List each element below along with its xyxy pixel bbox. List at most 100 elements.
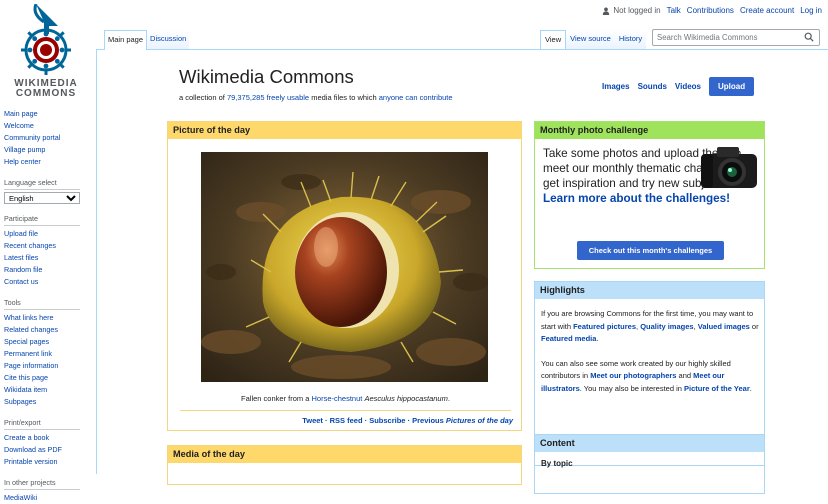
sidebar-header-participate: Participate [4, 214, 80, 226]
tab-history[interactable]: History [614, 30, 647, 50]
logo-wordmark-bottom: COMMONS [15, 88, 77, 99]
sidebar-header-projects: In other projects [4, 478, 80, 490]
highlights-header: Highlights [535, 282, 764, 299]
potd-links[interactable]: Tweet · RSS feed · Subscribe · Previous … [302, 416, 513, 425]
personal-tools: Not logged in Talk Contributions Create … [602, 6, 822, 15]
hl-text: and [676, 371, 694, 380]
sidebar-item-special-pages[interactable]: Special pages [4, 336, 90, 348]
meet-photographers-link[interactable]: Meet our photographers [590, 371, 676, 380]
sidebar-item-mediawiki[interactable]: MediaWiki [4, 492, 90, 504]
login-link[interactable]: Log in [800, 6, 822, 15]
upload-button[interactable]: Upload [709, 77, 755, 96]
wikimedia-commons-logo[interactable]: WIKIMEDIA COMMONS [6, 3, 86, 100]
check-challenges-button[interactable]: Check out this month's challenges [577, 241, 724, 260]
view-tabs: View View source History [540, 30, 647, 50]
sidebar-print: Create a book Download as PDF Printable … [4, 432, 90, 468]
language-select[interactable]: English [4, 192, 80, 204]
namespace-tabs: Main page Discussion [104, 30, 190, 50]
sidebar-item-random-file[interactable]: Random file [4, 264, 90, 276]
camera-icon [701, 147, 757, 188]
sidebar-item-download-pdf[interactable]: Download as PDF [4, 444, 90, 456]
sidebar-item-permanent-link[interactable]: Permanent link [4, 348, 90, 360]
sidebar-item-cite-this-page[interactable]: Cite this page [4, 372, 90, 384]
sidebar-item-create-book[interactable]: Create a book [4, 432, 90, 444]
search-icon[interactable] [804, 32, 814, 42]
user-icon [603, 7, 610, 15]
main-content: Wikimedia Commons a collection of 79,375… [96, 50, 828, 494]
sidebar-item-contact-us[interactable]: Contact us [4, 276, 90, 288]
not-logged-in: Not logged in [602, 6, 661, 15]
anyone-can-contribute-link[interactable]: anyone can contribute [379, 93, 453, 102]
sidebar-item-latest-files[interactable]: Latest files [4, 252, 90, 264]
sidebar-item-recent-changes[interactable]: Recent changes [4, 240, 90, 252]
horse-chestnut-link[interactable]: Horse-chestnut [312, 394, 363, 403]
sounds-link[interactable]: Sounds [638, 82, 667, 91]
tab-main-page[interactable]: Main page [104, 30, 148, 50]
tab-view-source[interactable]: View source [566, 30, 615, 50]
picture-of-the-year-link[interactable]: Picture of the Year [684, 384, 750, 393]
top-bar: Not logged in Talk Contributions Create … [0, 0, 828, 20]
talk-link[interactable]: Talk [667, 6, 681, 15]
picture-of-the-day-box: Picture of the day Fallen conker from a … [167, 121, 522, 431]
caption-text: Fallen conker from a [241, 394, 312, 403]
sidebar-item-related-changes[interactable]: Related changes [4, 324, 90, 336]
motd-header: Media of the day [168, 446, 521, 463]
sidebar-item-page-information[interactable]: Page information [4, 360, 90, 372]
images-link[interactable]: Images [602, 82, 630, 91]
search-placeholder: Search Wikimedia Commons [657, 33, 758, 42]
potd-image[interactable] [201, 152, 488, 382]
caption-end: . [447, 394, 450, 403]
sidebar-item-subpages[interactable]: Subpages [4, 396, 90, 408]
content-header: Content [535, 435, 764, 452]
media-type-links: Images Sounds Videos Upload [602, 77, 755, 96]
hl-text: . [596, 334, 599, 343]
quality-images-link[interactable]: Quality images [640, 322, 693, 331]
sidebar-item-upload-file[interactable]: Upload file [4, 228, 90, 240]
potd-header: Picture of the day [168, 122, 521, 139]
sidebar-item-welcome[interactable]: Welcome [4, 120, 90, 132]
mpc-header: Monthly photo challenge [535, 122, 764, 139]
file-count-link[interactable]: 79,375,285 freely usable [227, 93, 309, 102]
monthly-photo-challenge-box: Monthly photo challenge Take some photos… [534, 121, 765, 269]
sidebar-header-print: Print/export [4, 418, 80, 430]
contributions-link[interactable]: Contributions [687, 6, 734, 15]
videos-link[interactable]: Videos [675, 82, 701, 91]
sidebar-item-what-links-here[interactable]: What links here [4, 312, 90, 324]
sidebar-item-wikidata-item[interactable]: Wikidata item [4, 384, 90, 396]
search-input[interactable]: Search Wikimedia Commons [652, 29, 820, 46]
hl-text: . [749, 383, 752, 393]
sidebar-participate: Upload file Recent changes Latest files … [4, 228, 90, 288]
sidebar-item-help-center[interactable]: Help center [4, 156, 90, 168]
potd-links-text[interactable]: Tweet · RSS feed · Subscribe · Previous [302, 416, 446, 425]
subtitle-text-2: media files to which [309, 93, 379, 102]
learn-more-link[interactable]: Learn more about the challenges! [543, 192, 730, 205]
sidebar-item-village-pump[interactable]: Village pump [4, 144, 90, 156]
sidebar-item-printable-version[interactable]: Printable version [4, 456, 90, 468]
tab-view[interactable]: View [540, 30, 567, 50]
sidebar-header-language: Language select [4, 178, 80, 190]
featured-media-link[interactable]: Featured media [541, 334, 596, 343]
by-topic-heading: By topic [541, 459, 573, 468]
content-box: Content By topic [534, 434, 765, 494]
featured-pictures-link[interactable]: Featured pictures [573, 322, 636, 331]
sidebar-navigation: Main page Welcome Community portal Villa… [4, 108, 90, 168]
sidebar-header-tools: Tools [4, 298, 80, 310]
subtitle-text-1: a collection of [179, 93, 227, 102]
hl-text: . You may also be interested in [579, 383, 685, 393]
highlights-body: If you are browsing Commons for the firs… [541, 308, 761, 407]
valued-images-link[interactable]: Valued images [698, 322, 750, 331]
previous-potd-link[interactable]: Pictures of the day [446, 416, 513, 425]
sidebar-projects: MediaWiki [4, 492, 90, 504]
sidebar-item-main-page[interactable]: Main page [4, 108, 90, 120]
sidebar: Main page Welcome Community portal Villa… [4, 108, 90, 504]
conker-photo [201, 152, 488, 382]
potd-divider [180, 410, 511, 411]
media-of-the-day-box: Media of the day [167, 445, 522, 485]
sidebar-item-community-portal[interactable]: Community portal [4, 132, 90, 144]
page-title: Wikimedia Commons [179, 66, 354, 87]
tab-discussion[interactable]: Discussion [147, 30, 190, 50]
create-account-link[interactable]: Create account [740, 6, 794, 15]
highlights-paragraph-1: If you are browsing Commons for the firs… [541, 308, 761, 346]
page-subtitle: a collection of 79,375,285 freely usable… [179, 93, 453, 102]
potd-caption: Fallen conker from a Horse-chestnut Aesc… [168, 394, 523, 403]
